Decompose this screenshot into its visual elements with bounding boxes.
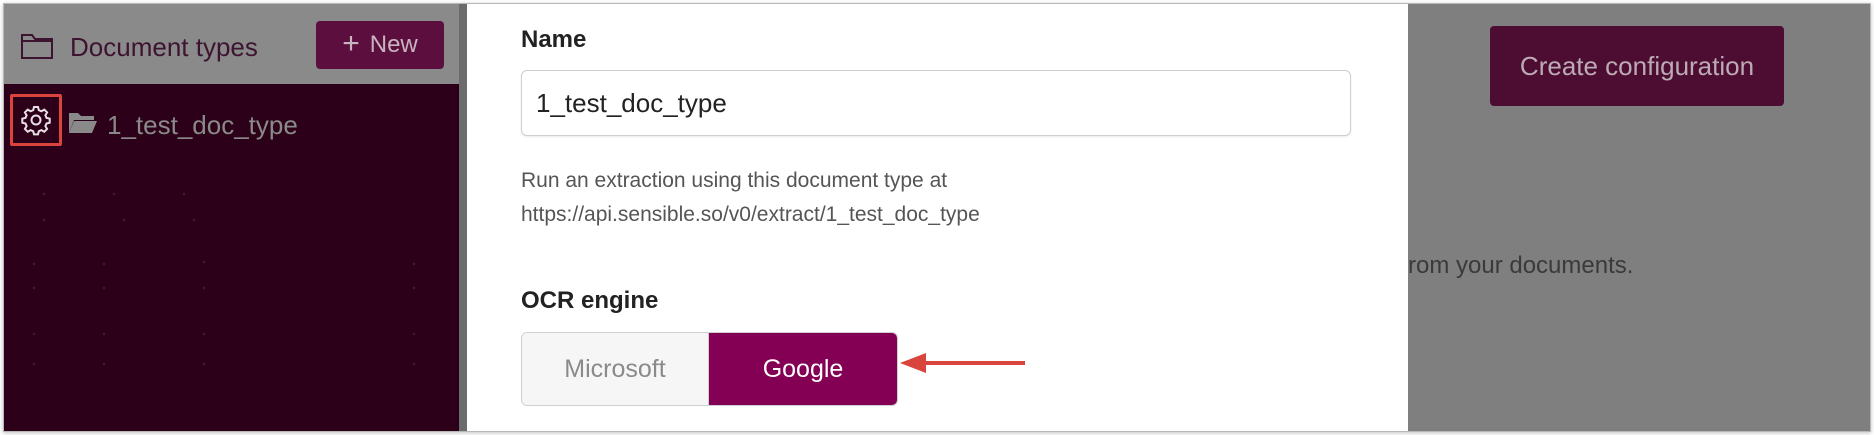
ocr-engine-toggle: Microsoft Google: [521, 332, 898, 406]
sidebar-divider: [459, 4, 467, 431]
folder-icon: [21, 34, 53, 59]
new-button-label: New: [369, 31, 418, 58]
annotation-arrow: [900, 353, 1025, 373]
create-configuration-button[interactable]: Create configuration: [1490, 26, 1784, 106]
help-line: Run an extraction using this document ty…: [521, 169, 948, 192]
sidebar-header: Document types + New: [4, 4, 459, 84]
ocr-option-microsoft[interactable]: Microsoft: [522, 333, 709, 405]
gear-icon: [21, 106, 51, 136]
plus-icon: +: [342, 26, 360, 60]
extraction-help-text: Run an extraction using this document ty…: [521, 164, 980, 232]
new-document-type-button[interactable]: + New: [316, 21, 444, 69]
ocr-engine-label: OCR engine: [521, 287, 659, 314]
tree-item-label[interactable]: 1_test_doc_type: [107, 110, 298, 141]
app-window: Document types + New 1_test_doc_type Cre…: [3, 3, 1871, 432]
api-url: https://api.sensible.so/v0/extract/1_tes…: [521, 203, 980, 226]
name-input[interactable]: 1_test_doc_type: [521, 70, 1351, 136]
sidebar-title: Document types: [70, 32, 258, 62]
background-description: rom your documents.: [1408, 252, 1634, 279]
open-folder-icon: [69, 113, 97, 133]
sidebar-background-dots: [32, 192, 416, 366]
settings-button[interactable]: [10, 94, 62, 146]
name-label: Name: [521, 26, 587, 53]
ocr-option-google[interactable]: Google: [709, 333, 897, 405]
